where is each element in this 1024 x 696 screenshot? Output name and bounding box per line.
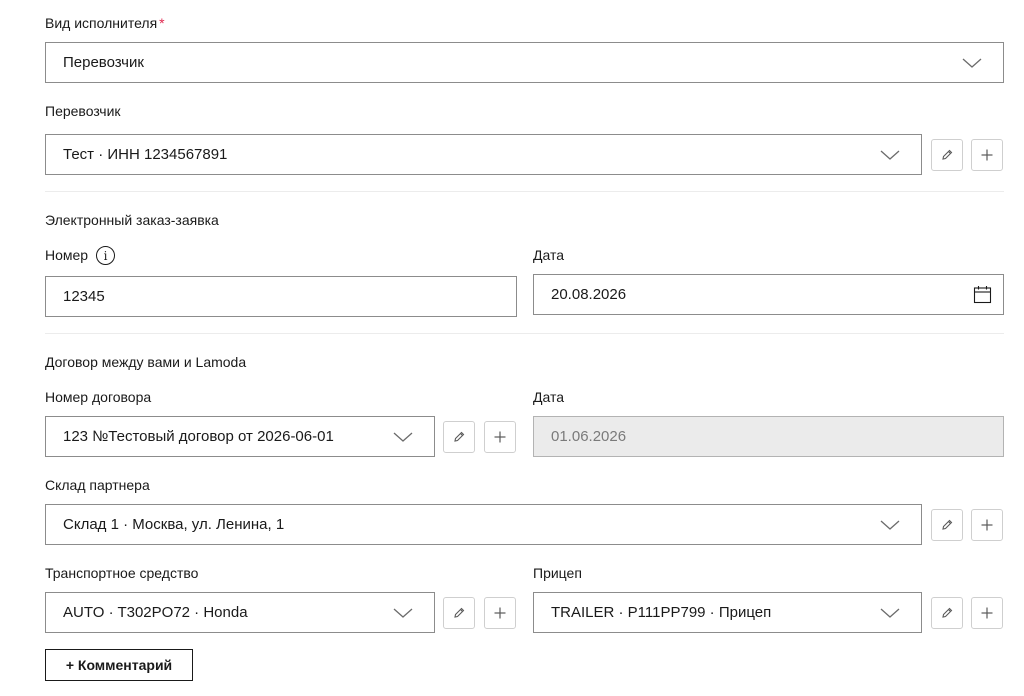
pencil-icon — [942, 519, 953, 530]
warehouse-value: Склад 1 · Москва, ул. Ленина, 1 — [63, 516, 285, 533]
contract-number-value: 123 №Тестовый договор от 2026-06-01 — [63, 428, 334, 445]
contract-number-select[interactable]: 123 №Тестовый договор от 2026-06-01 — [45, 416, 435, 457]
warehouse-edit-button[interactable] — [931, 509, 963, 541]
section-divider — [45, 191, 1004, 192]
carrier-add-button[interactable] — [971, 139, 1003, 171]
executor-type-label-text: Вид исполнителя — [45, 15, 158, 31]
contract-add-button[interactable] — [484, 421, 516, 453]
info-icon[interactable]: i — [96, 246, 116, 265]
add-comment-button[interactable]: + Комментарий — [45, 649, 193, 681]
trailer-label: Прицеп — [533, 565, 582, 581]
vehicle-label: Транспортное средство — [45, 565, 199, 581]
contract-date-label: Дата — [533, 389, 565, 405]
electronic-order-title: Электронный заказ-заявка — [45, 212, 219, 228]
order-date-input[interactable]: 20.08.2026 — [533, 274, 1004, 315]
contract-date-value: 01.06.2026 — [551, 428, 627, 445]
chevron-down-icon — [879, 606, 901, 620]
vehicle-edit-button[interactable] — [443, 597, 475, 629]
section-divider — [45, 333, 1004, 334]
vehicle-add-button[interactable] — [484, 597, 516, 629]
contract-edit-button[interactable] — [443, 421, 475, 453]
order-number-label-text: Номер — [45, 247, 89, 264]
chevron-down-icon — [392, 430, 414, 444]
contract-title: Договор между вами и Lamoda — [45, 354, 247, 370]
pencil-icon — [454, 607, 465, 618]
carrier-value: Тест · ИНН 1234567891 — [63, 146, 228, 163]
executor-type-select[interactable]: Перевозчик — [45, 42, 1004, 83]
warehouse-add-button[interactable] — [971, 509, 1003, 541]
plus-icon — [981, 519, 993, 531]
plus-icon — [981, 607, 993, 619]
chevron-down-icon — [879, 148, 901, 162]
pencil-icon — [454, 431, 465, 442]
plus-icon — [494, 431, 506, 443]
chevron-down-icon — [961, 56, 983, 70]
chevron-down-icon — [879, 518, 901, 532]
order-number-value: 12345 — [63, 288, 105, 305]
order-number-label: Номер i — [45, 246, 116, 266]
warehouse-select[interactable]: Склад 1 · Москва, ул. Ленина, 1 — [45, 504, 922, 545]
vehicle-value: AUTO · T302PO72 · Honda — [63, 604, 248, 621]
executor-type-value: Перевозчик — [63, 54, 144, 71]
pencil-icon — [942, 607, 953, 618]
pencil-icon — [942, 149, 953, 160]
contract-date-input: 01.06.2026 — [533, 416, 1004, 457]
order-number-input[interactable]: 12345 — [45, 276, 517, 317]
trailer-select[interactable]: TRAILER · P111PP799 · Прицеп — [533, 592, 922, 633]
calendar-icon[interactable] — [973, 285, 992, 309]
plus-icon — [981, 149, 993, 161]
executor-type-label: Вид исполнителя * — [45, 15, 165, 31]
warehouse-label: Склад партнера — [45, 477, 150, 493]
vehicle-select[interactable]: AUTO · T302PO72 · Honda — [45, 592, 435, 633]
carrier-select[interactable]: Тест · ИНН 1234567891 — [45, 134, 922, 175]
plus-icon — [494, 607, 506, 619]
order-date-value: 20.08.2026 — [551, 286, 627, 303]
order-date-label: Дата — [533, 247, 565, 263]
trailer-value: TRAILER · P111PP799 · Прицеп — [551, 604, 772, 621]
chevron-down-icon — [392, 606, 414, 620]
required-mark: * — [159, 15, 165, 31]
carrier-edit-button[interactable] — [931, 139, 963, 171]
trailer-edit-button[interactable] — [931, 597, 963, 629]
trailer-add-button[interactable] — [971, 597, 1003, 629]
contract-number-label: Номер договора — [45, 389, 152, 405]
carrier-label: Перевозчик — [45, 103, 121, 119]
